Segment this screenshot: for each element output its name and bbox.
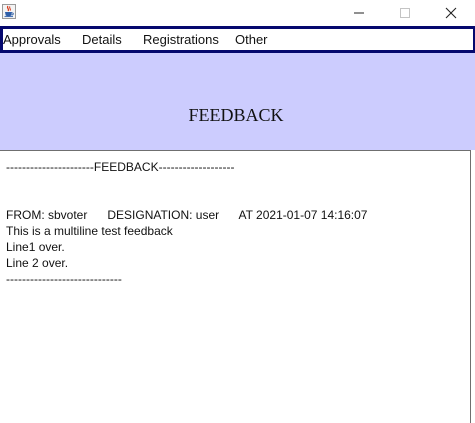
close-icon [445,7,457,18]
title-bar [0,0,475,25]
menu-approvals[interactable]: Approvals [3,29,82,50]
minimize-button[interactable] [336,0,382,25]
feedback-meta-line: FROM: sbvoter DESIGNATION: user AT 2021-… [6,208,368,222]
minimize-icon [354,12,364,13]
feedback-header-line: ----------------------FEEDBACK----------… [6,160,235,174]
feedback-body-line: Line1 over. [6,240,65,254]
app-window: Approvals Details Registrations Other FE… [0,0,475,423]
close-button[interactable] [428,0,474,25]
maximize-icon [400,7,410,18]
feedback-text-area[interactable]: ----------------------FEEDBACK----------… [0,150,471,423]
feedback-footer-line: ----------------------------- [6,272,122,286]
java-cup-icon [2,4,16,19]
maximize-button[interactable] [382,0,428,25]
menu-bar: Approvals Details Registrations Other [0,26,475,53]
menu-details[interactable]: Details [82,29,143,50]
menu-other[interactable]: Other [235,29,282,50]
page-title: FEEDBACK [188,105,284,125]
feedback-body-line: Line 2 over. [6,256,69,270]
menu-registrations[interactable]: Registrations [143,29,235,50]
feedback-body-line: This is a multiline test feedback [6,224,173,238]
header-banner: FEEDBACK [0,53,475,150]
